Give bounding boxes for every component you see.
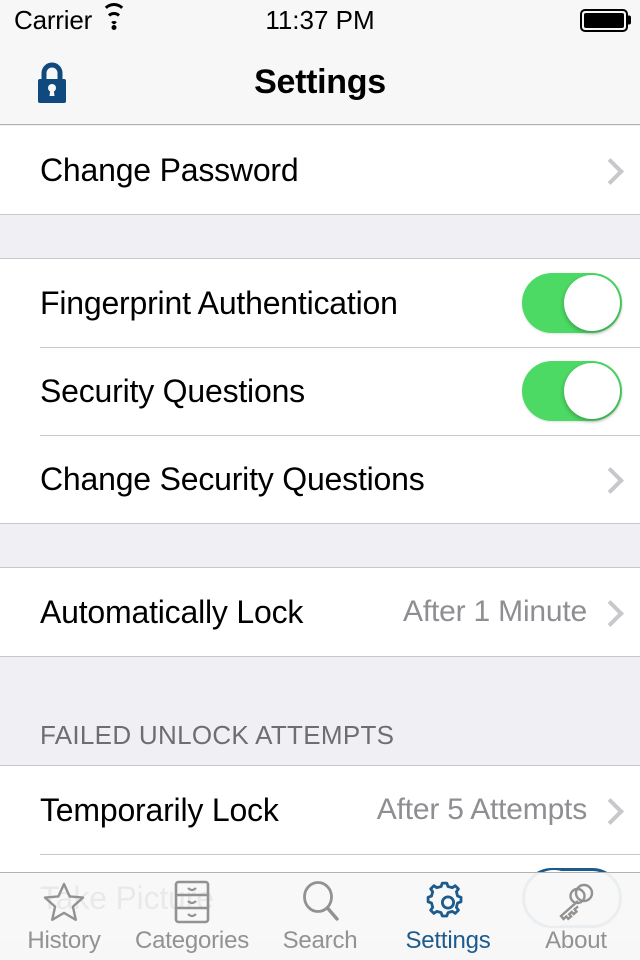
security-questions-toggle[interactable]: [522, 361, 622, 421]
settings-list[interactable]: Change Password Fingerprint Authenticati…: [0, 126, 640, 960]
tab-categories[interactable]: Categories: [128, 873, 256, 960]
chevron-right-icon: [601, 797, 616, 823]
row-change-security-questions[interactable]: Change Security Questions: [0, 435, 640, 523]
tab-label: About: [545, 926, 607, 954]
page-title: Settings: [254, 62, 386, 101]
tab-label: Settings: [405, 926, 491, 954]
chevron-right-icon: [601, 599, 616, 625]
section-separator: [0, 523, 640, 568]
row-value: After 1 Minute: [403, 595, 587, 628]
row-label: Automatically Lock: [40, 593, 304, 630]
tab-label: Categories: [134, 926, 250, 954]
toggle-knob: [564, 275, 620, 331]
keys-icon: [553, 879, 599, 925]
row-label: Change Password: [40, 151, 299, 188]
tab-search[interactable]: Search: [256, 873, 384, 960]
tab-history[interactable]: History: [0, 873, 128, 960]
tab-about[interactable]: About: [512, 873, 640, 960]
settings-group-2: Fingerprint Authentication Security Ques…: [0, 259, 640, 523]
status-bar-right: [580, 8, 628, 32]
section-header-label: FAILED UNLOCK ATTEMPTS: [40, 720, 395, 750]
row-automatically-lock[interactable]: Automatically Lock After 1 Minute: [0, 568, 640, 656]
lock-icon: [33, 60, 71, 104]
tab-label: History: [27, 926, 101, 954]
section-header-failed-unlock-attempts: FAILED UNLOCK ATTEMPTS: [0, 656, 640, 766]
tab-bar: History Categories Search Settings About: [0, 872, 640, 960]
clock-label: 11:37 PM: [265, 4, 375, 35]
chevron-right-icon: [601, 157, 616, 183]
row-label: Change Security Questions: [40, 460, 425, 497]
fingerprint-authentication-toggle[interactable]: [522, 273, 622, 333]
row-label: Security Questions: [40, 372, 305, 409]
row-value: After 5 Attempts: [376, 793, 587, 826]
row-fingerprint-authentication[interactable]: Fingerprint Authentication: [0, 259, 640, 347]
star-icon: [42, 879, 86, 925]
row-label: Temporarily Lock: [40, 791, 279, 828]
status-bar: Carrier 11:37 PM: [0, 0, 640, 40]
file-cabinet-icon: [173, 879, 211, 925]
battery-full-icon: [580, 8, 628, 32]
gear-icon: [426, 879, 470, 925]
tab-label: Search: [282, 926, 358, 954]
row-security-questions[interactable]: Security Questions: [0, 347, 640, 435]
settings-group-1: Change Password: [0, 126, 640, 214]
navigation-bar: Settings: [0, 40, 640, 125]
settings-group-3: Automatically Lock After 1 Minute: [0, 568, 640, 656]
magnifier-icon: [299, 879, 341, 925]
toggle-knob: [564, 363, 620, 419]
row-change-password[interactable]: Change Password: [0, 126, 640, 214]
row-temporarily-lock[interactable]: Temporarily Lock After 5 Attempts: [0, 766, 640, 854]
app-screen: Carrier 11:37 PM Settings Change Passwor…: [0, 0, 640, 960]
row-label: Fingerprint Authentication: [40, 284, 398, 321]
tab-settings[interactable]: Settings: [384, 873, 512, 960]
section-separator: [0, 214, 640, 259]
chevron-right-icon: [601, 466, 616, 492]
